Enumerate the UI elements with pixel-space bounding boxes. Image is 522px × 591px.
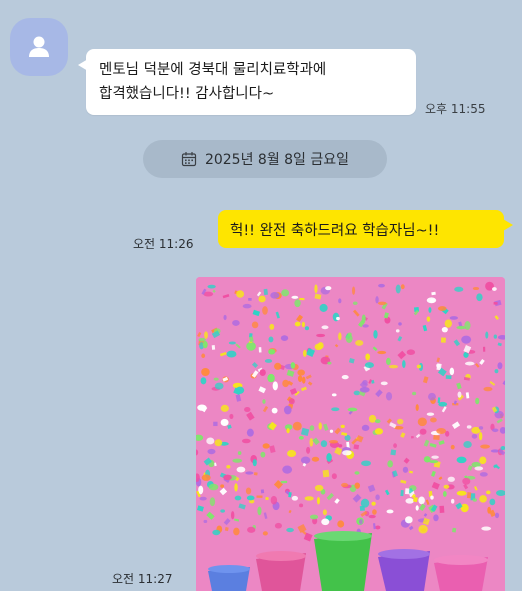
message-text-line: 합격했습니다!! 감사합니다~ <box>99 86 275 102</box>
date-label: 2025년 8월 8일 금요일 <box>204 152 350 168</box>
date-divider: 2025년 8월 8일 금요일 <box>143 140 387 178</box>
outgoing-message-bubble[interactable]: 헉!! 완전 축하드려요 학습자님~!! <box>218 210 513 248</box>
confetti-photo <box>196 277 505 591</box>
calendar-icon <box>181 151 197 167</box>
person-icon <box>29 36 49 57</box>
message-timestamp: 오전 11:27 <box>112 572 173 586</box>
chat-room: 멘토님 덕분에 경북대 물리치료학과에 합격했습니다!! 감사합니다~ 오후 1… <box>0 0 522 591</box>
profile-avatar[interactable] <box>10 18 68 76</box>
message-timestamp: 오후 11:55 <box>425 102 486 116</box>
incoming-message-bubble[interactable]: 멘토님 덕분에 경북대 물리치료학과에 합격했습니다!! 감사합니다~ <box>78 49 416 115</box>
message-text: 헉!! 완전 축하드려요 학습자님~!! <box>230 222 440 239</box>
message-text-line: 멘토님 덕분에 경북대 물리치료학과에 <box>99 62 327 78</box>
confetti-image-message[interactable] <box>196 277 505 591</box>
message-timestamp: 오전 11:26 <box>133 237 194 251</box>
